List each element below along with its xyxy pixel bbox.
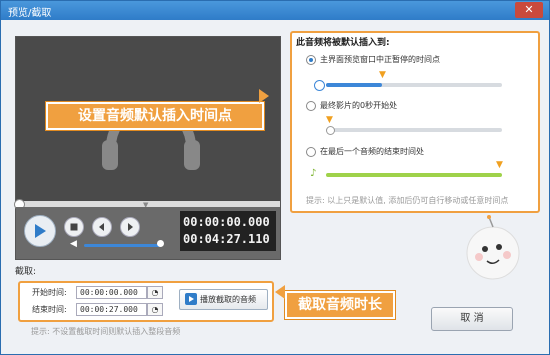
cut-hint: 提示: 不设置截取时间则默认插入整段音频	[31, 327, 181, 336]
paused-point-slider: ▼	[314, 70, 502, 91]
play-icon	[35, 224, 46, 238]
preview-player: ▼ ◀ 00:00:00.000 00:04:27.110	[14, 36, 281, 260]
window-title: 预览/截取	[8, 8, 52, 19]
play-icon	[185, 293, 197, 305]
radio-last-audio-end[interactable]	[306, 147, 316, 157]
last-audio-slider: ▼	[326, 160, 503, 177]
close-button[interactable]: ✕	[515, 2, 543, 18]
radio-paused-point[interactable]	[306, 55, 316, 65]
prev-frame-button[interactable]	[92, 217, 112, 237]
cut-section-label: 截取:	[15, 267, 37, 277]
slider-knob	[326, 126, 335, 135]
stop-button[interactable]	[64, 217, 84, 237]
insert-position-panel: 此音频将被默认插入到: 主界面预览窗口中正暂停的时间点 ▼ 最终影片的0秒开始处…	[290, 31, 540, 213]
marker-icon: ▼	[379, 70, 386, 80]
current-time: 00:00:00.000	[183, 215, 270, 229]
mascot-illustration	[466, 215, 520, 280]
total-time: 00:04:27.110	[183, 232, 270, 246]
play-cut-audio-button[interactable]: 播放截取的音频	[179, 289, 268, 310]
music-note-icon: ♪	[310, 168, 317, 179]
volume-knob[interactable]	[157, 240, 164, 247]
volume-slider[interactable]	[84, 244, 160, 247]
option-label: 在最后一个音频的结束时间处	[320, 147, 424, 156]
stop-icon	[70, 223, 78, 231]
start-time-field[interactable]: 00:00:00.000	[76, 286, 147, 299]
option-label: 主界面预览窗口中正暂停的时间点	[320, 55, 440, 64]
start-time-label: 开始时间:	[32, 288, 67, 297]
end-time-label: 结束时间:	[32, 305, 67, 314]
next-icon	[128, 223, 133, 231]
radio-zero-seconds[interactable]	[306, 101, 316, 111]
paused-point-fill	[326, 83, 382, 87]
option-label: 最终影片的0秒开始处	[320, 101, 398, 110]
player-controls: ◀ 00:00:00.000 00:04:27.110	[16, 207, 280, 259]
preview-cut-dialog: 预览/截取 ✕ ▼ ◀ 00:00:00.000 00:04:27.110 设置…	[0, 0, 550, 355]
clock-icon[interactable]: ◔	[147, 303, 163, 316]
callout-insert-point: 设置音频默认插入时间点	[46, 102, 264, 130]
insert-hint: 提示: 以上只是默认值, 添加后仍可自行移动或任意时间点	[306, 196, 509, 205]
play-cut-label: 播放截取的音频	[200, 295, 256, 304]
zero-seconds-slider: ▼	[326, 115, 502, 135]
title-bar: 预览/截取 ✕	[1, 1, 549, 20]
play-button[interactable]	[24, 215, 56, 247]
end-time-field[interactable]: 00:00:27.000	[76, 303, 147, 316]
marker-icon: ▼	[496, 160, 503, 170]
cancel-button[interactable]: 取 消	[431, 307, 513, 331]
next-frame-button[interactable]	[120, 217, 140, 237]
callout-arrow	[275, 285, 285, 299]
callout-arrow	[259, 89, 269, 103]
volume-icon[interactable]: ◀	[70, 239, 77, 249]
prev-icon	[99, 223, 104, 231]
clock-icon[interactable]: ◔	[147, 286, 163, 299]
cut-panel: 开始时间: 00:00:00.000 ◔ 结束时间: 00:00:27.000 …	[18, 281, 274, 322]
callout-cut-length: 截取音频时长	[285, 291, 395, 319]
marker-icon: ▼	[326, 115, 333, 125]
time-display: 00:00:00.000 00:04:27.110	[180, 211, 276, 251]
insert-title: 此音频将被默认插入到:	[296, 38, 390, 48]
pause-icon	[314, 80, 325, 91]
